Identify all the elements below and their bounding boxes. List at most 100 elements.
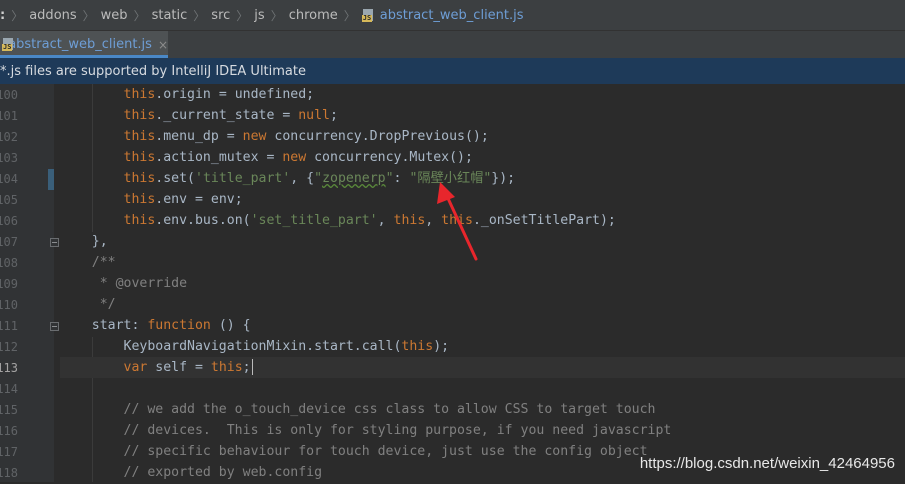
code-text: .menu_dp = <box>155 129 243 144</box>
code-line-100: this.origin = undefined; <box>60 84 905 105</box>
code-comment: * @override <box>91 276 188 291</box>
line-number: 106 <box>0 214 18 228</box>
code-line-107: }, <box>60 231 905 252</box>
code-text: concurrency.DropPrevious(); <box>266 129 489 144</box>
code-keyword: this <box>123 87 156 102</box>
code-text: .action_mutex = <box>155 150 283 165</box>
code-line-105: this.env = env; <box>60 189 905 210</box>
code-text: ; <box>242 360 251 375</box>
code-string: " <box>314 171 323 186</box>
breadcrumb-item-web[interactable]: web <box>101 8 128 23</box>
line-number: 112 <box>0 340 18 354</box>
chevron-right-icon: 〉 <box>11 8 24 23</box>
breadcrumb-root-label: : <box>0 7 6 23</box>
code-text: ._current_state = <box>155 108 299 123</box>
js-file-icon: JS <box>2 38 13 51</box>
chevron-right-icon: 〉 <box>82 8 95 23</box>
breadcrumb-item-label: js <box>254 7 265 23</box>
code-keyword: this <box>123 129 156 144</box>
fold-icon[interactable] <box>50 322 59 331</box>
code-text: concurrency.Mutex(); <box>306 150 473 165</box>
chevron-right-icon: 〉 <box>236 8 249 23</box>
breadcrumb-item-label: addons <box>29 7 77 23</box>
line-number: 116 <box>0 424 18 438</box>
line-number-current: 113 <box>0 361 18 375</box>
breadcrumb-item-label: src <box>211 7 231 23</box>
code-string: " <box>385 171 394 186</box>
breadcrumb-item-js[interactable]: js <box>254 8 264 23</box>
code-line-102: this.menu_dp = new concurrency.DropPrevi… <box>60 126 905 147</box>
code-comment: // specific behaviour for touch device, … <box>123 444 648 459</box>
code-editor[interactable]: 100 101 102 103 104 105 106 107 108 109 … <box>0 84 905 482</box>
fold-icon[interactable] <box>50 238 59 247</box>
code-text: ); <box>433 339 450 354</box>
breadcrumb-item-file[interactable]: JS abstract_web_client.js <box>361 7 524 23</box>
code-line-101: this._current_state = null; <box>60 105 905 126</box>
code-keyword: var <box>123 360 148 375</box>
code-comment: */ <box>91 297 116 312</box>
tab-label: abstract_web_client.js <box>8 37 152 52</box>
code-comment: // we add the o_touch_device css class t… <box>123 402 656 417</box>
code-text: .origin = undefined; <box>155 87 315 102</box>
breadcrumb: : 〉 addons 〉 web 〉 static 〉 src 〉 js 〉 c… <box>0 0 905 30</box>
code-string: "隔壁小红帽" <box>409 171 492 186</box>
line-number: 103 <box>0 151 18 165</box>
code-text: , <box>425 213 442 228</box>
code-text: , { <box>290 171 315 186</box>
chevron-right-icon: 〉 <box>133 8 146 23</box>
line-number: 105 <box>0 193 18 207</box>
line-number: 100 <box>0 88 18 102</box>
line-number-gutter: 100 101 102 103 104 105 106 107 108 109 … <box>0 84 59 482</box>
breadcrumb-item-static[interactable]: static <box>152 8 188 23</box>
code-keyword: new <box>282 150 307 165</box>
code-line-112: KeyboardNavigationMixin.start.call(this)… <box>60 336 905 357</box>
line-number: 104 <box>0 172 18 186</box>
line-number: 110 <box>0 298 18 312</box>
code-text: start: <box>91 318 148 333</box>
code-comment: /** <box>91 255 116 270</box>
line-number: 102 <box>0 130 18 144</box>
code-line-115: // we add the o_touch_device css class t… <box>60 399 905 420</box>
breadcrumb-root[interactable]: : <box>0 8 5 23</box>
code-string: 'title_part' <box>195 171 291 186</box>
code-keyword: this <box>123 192 156 207</box>
code-text: : <box>393 171 410 186</box>
code-text: }, <box>91 234 108 249</box>
breadcrumb-item-label: chrome <box>288 7 338 23</box>
code-keyword: this <box>123 108 156 123</box>
code-comment: // devices. This is only for styling pur… <box>123 423 672 438</box>
change-marker[interactable] <box>48 169 54 190</box>
line-number: 101 <box>0 109 18 123</box>
breadcrumb-item-src[interactable]: src <box>211 8 230 23</box>
tab-abstract-web-client[interactable]: JS abstract_web_client.js × <box>0 31 168 58</box>
code-keyword: function <box>147 318 211 333</box>
code-comment: // exported by web.config <box>123 465 323 480</box>
editor-tab-bar: JS abstract_web_client.js × <box>0 30 905 58</box>
code-text: .set( <box>155 171 195 186</box>
code-string: 'set_title_part' <box>250 213 378 228</box>
breadcrumb-item-chrome[interactable]: chrome <box>289 8 338 23</box>
chevron-right-icon: 〉 <box>270 8 283 23</box>
code-line-109: * @override <box>60 273 905 294</box>
code-keyword: this <box>123 213 156 228</box>
code-keyword: new <box>242 129 267 144</box>
code-keyword: this <box>123 150 156 165</box>
close-icon[interactable]: × <box>158 38 168 52</box>
code-text: ; <box>329 108 338 123</box>
code-line-104: this.set('title_part', {"zopenerp": "隔壁小… <box>60 168 905 189</box>
breadcrumb-item-addons[interactable]: addons <box>29 8 76 23</box>
code-keyword: this <box>210 360 243 375</box>
watermark: https://blog.csdn.net/weixin_42464956 <box>639 455 895 472</box>
code-keyword: this <box>441 213 473 228</box>
code-text: .env = env; <box>155 192 243 207</box>
code-keyword: null <box>298 108 330 123</box>
line-number: 118 <box>0 466 18 480</box>
code-text: .env.bus.on( <box>155 213 251 228</box>
breadcrumb-file-label: abstract_web_client.js <box>379 7 524 23</box>
line-number: 111 <box>0 319 18 333</box>
code-text: () { <box>210 318 251 333</box>
code-keyword: this <box>401 339 434 354</box>
code-text: self = <box>147 360 211 375</box>
code-text: ._onSetTitlePart); <box>472 213 616 228</box>
js-file-icon: JS <box>361 8 376 22</box>
